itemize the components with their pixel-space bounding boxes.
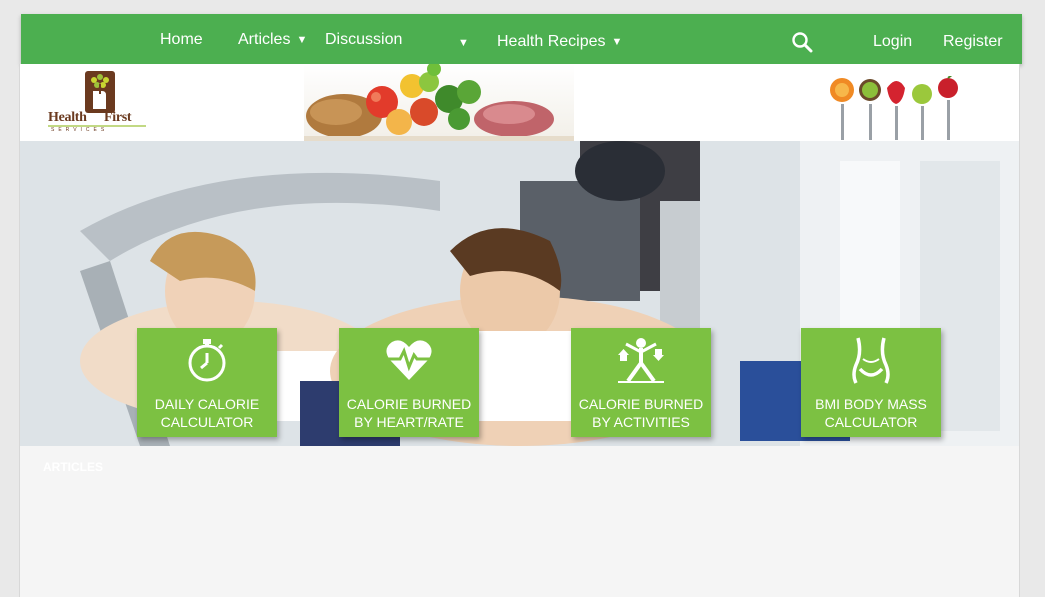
tile-label: CALORIE BURNED BY ACTIVITIES — [571, 395, 711, 431]
chevron-down-icon: ▼ — [611, 36, 623, 48]
forks-fruit-image — [825, 76, 975, 141]
logo-word-health: Health — [48, 110, 87, 125]
nav-discussion-label: Discussion — [325, 31, 403, 48]
tile-label-line1: CALORIE BURNED — [578, 396, 704, 412]
register-link[interactable]: Register — [943, 32, 1003, 52]
hero-banner: DAILY CALORIE CALCULATOR CALORIE BURNED … — [20, 141, 1019, 446]
tile-label-line1: BMI BODY MASS — [815, 396, 927, 412]
tile-label-line1: CALORIE BURNED — [346, 396, 472, 412]
exercise-icon — [618, 338, 664, 383]
nav-health-recipes-label: Health Recipes — [497, 33, 606, 50]
calorie-burned-heart-rate-tile[interactable]: CALORIE BURNED BY HEART/RATE — [339, 328, 479, 437]
food-banner-image — [304, 64, 574, 141]
logo-tagline: SERVICES — [51, 127, 109, 133]
login-link[interactable]: Login — [873, 32, 912, 52]
nav-articles-menu[interactable]: Articles ▼ — [238, 30, 307, 50]
tile-label-line2: CALCULATOR — [160, 414, 254, 430]
search-icon[interactable] — [791, 31, 813, 53]
nav-home-link[interactable]: Home — [160, 30, 203, 50]
tile-label: CALORIE BURNED BY HEART/RATE — [339, 395, 479, 431]
tile-label-line2: CALCULATOR — [824, 414, 918, 430]
heart-pulse-icon — [386, 340, 432, 380]
tile-label-line2: BY HEART/RATE — [354, 414, 464, 430]
top-navbar: Home Articles ▼ Discussion ▼ Health Recip… — [21, 14, 1022, 64]
calorie-burned-activities-tile[interactable]: CALORIE BURNED BY ACTIVITIES — [571, 328, 711, 437]
articles-section: ARTICLES — [20, 446, 1019, 597]
chevron-down-icon[interactable]: ▼ — [458, 33, 469, 53]
chevron-down-icon: ▼ — [296, 34, 308, 46]
tile-label: DAILY CALORIE CALCULATOR — [137, 395, 277, 431]
page-container: Health First SERVICES DAILY CALORIE CALC… — [19, 64, 1020, 597]
tile-label: BMI BODY MASS CALCULATOR — [801, 395, 941, 431]
nav-discussion-menu[interactable]: Discussion — [325, 30, 402, 50]
bmi-body-mass-calculator-tile[interactable]: BMI BODY MASS CALCULATOR — [801, 328, 941, 437]
daily-calorie-calculator-tile[interactable]: DAILY CALORIE CALCULATOR — [137, 328, 277, 437]
logo-word-first: First — [104, 110, 132, 125]
tile-label-line1: DAILY CALORIE — [154, 396, 260, 412]
header-strip: Health First SERVICES — [20, 64, 1019, 141]
stopwatch-icon — [188, 339, 226, 382]
body-icon — [852, 337, 890, 384]
nav-articles-label: Articles — [238, 31, 291, 48]
nav-health-recipes-menu[interactable]: Health Recipes ▼ — [497, 32, 622, 52]
health-first-logo[interactable]: Health First SERVICES — [48, 69, 148, 133]
articles-heading: ARTICLES — [43, 460, 103, 474]
tile-label-line2: BY ACTIVITIES — [592, 414, 690, 430]
